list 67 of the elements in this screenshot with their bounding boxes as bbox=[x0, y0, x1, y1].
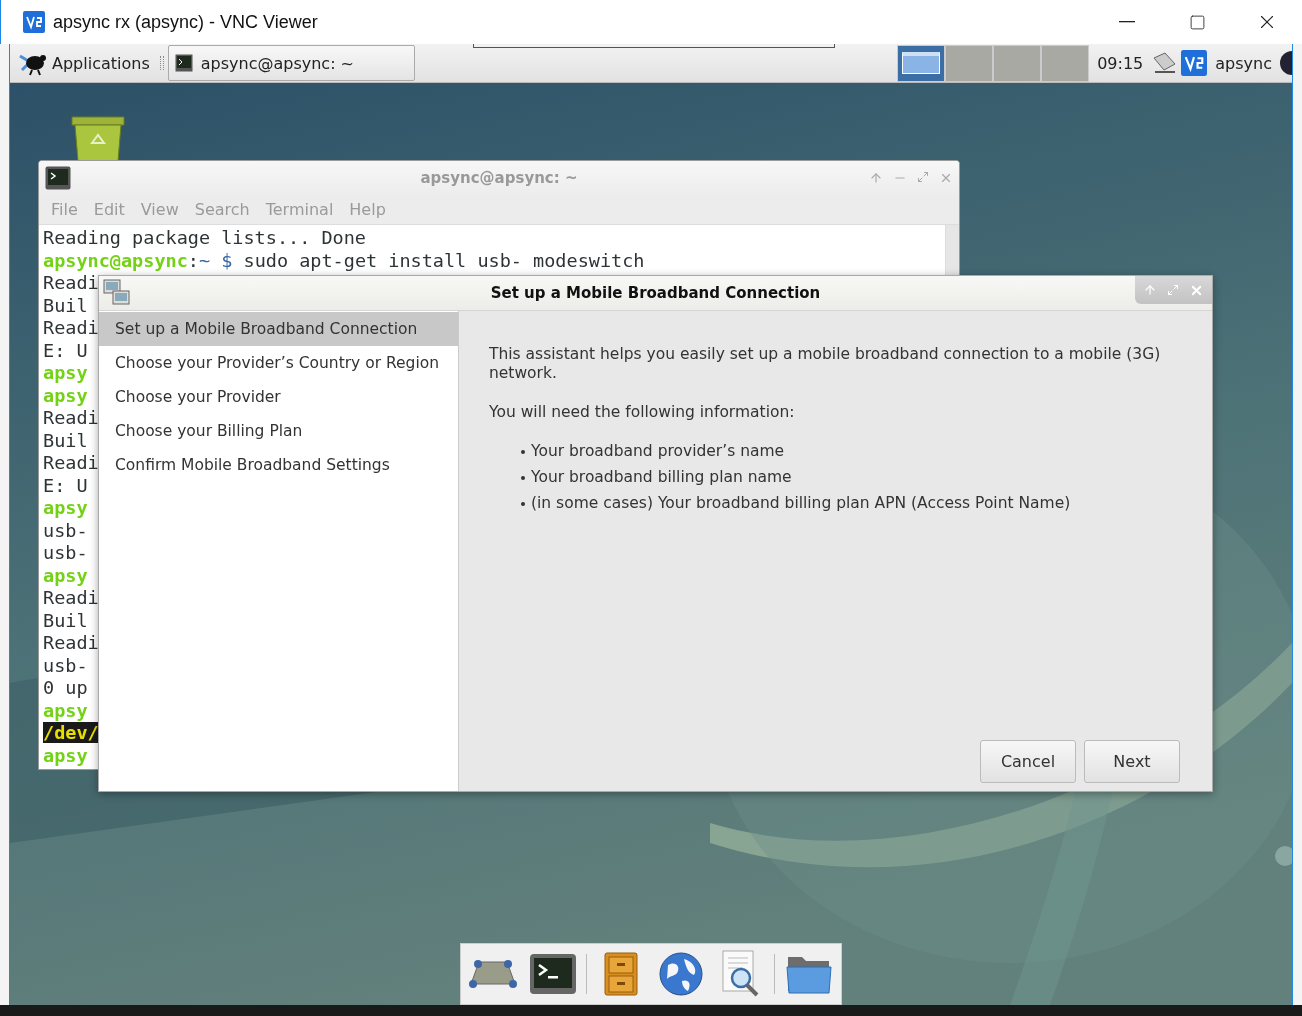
menu-item[interactable]: Search bbox=[188, 200, 256, 220]
cabinet-icon bbox=[603, 952, 640, 996]
menu-item[interactable]: Edit bbox=[87, 200, 131, 220]
terminal-line: apsy bbox=[43, 384, 88, 407]
step-item: Choose your Provider’s Country or Region bbox=[114, 353, 441, 374]
terminal-line: Readi bbox=[43, 587, 99, 610]
terminal-line: Readi bbox=[43, 317, 99, 340]
intro-text: This assistant helps you easily set up a mobile broadband connection to a mobile (3G) network. bbox=[489, 345, 1162, 383]
raise-button[interactable] bbox=[1143, 283, 1157, 297]
step-item: Set up a Mobile Broadband Connection bbox=[99, 312, 458, 346]
terminal-icon bbox=[45, 166, 71, 191]
terminal-line: E: U bbox=[43, 339, 88, 362]
panel-handle bbox=[159, 56, 164, 70]
terminal-line: apsy bbox=[43, 699, 88, 722]
terminal-line: apsy bbox=[43, 564, 88, 587]
step-item: Confirm Mobile Broadband Settings bbox=[114, 455, 391, 476]
terminal-line: usb- bbox=[43, 654, 88, 677]
globe-icon bbox=[657, 951, 704, 997]
terminal-line: Buil bbox=[43, 609, 88, 632]
terminal-line: apsy bbox=[43, 362, 88, 385]
info-label: You will need the following information: bbox=[489, 403, 796, 422]
terminal-line: apsy bbox=[43, 744, 88, 767]
terminal-line: Buil bbox=[43, 294, 88, 317]
terminal-line: 0 up bbox=[43, 677, 88, 700]
user-name: apsync bbox=[1215, 53, 1272, 73]
terminal-line: Buil bbox=[43, 429, 88, 452]
maximize-button[interactable] bbox=[917, 171, 929, 184]
terminal-line: E: U bbox=[43, 474, 88, 497]
terminal-title: apsync@apsync: ~ bbox=[419, 169, 579, 188]
taskbar-button[interactable]: apsync@apsync: ~ bbox=[167, 45, 415, 81]
maximize-button[interactable] bbox=[1167, 284, 1179, 296]
bullet-item: Your broadband billing plan name bbox=[521, 468, 1182, 487]
window-thumbnail bbox=[902, 52, 941, 74]
cancel-button[interactable]: Cancel bbox=[980, 740, 1076, 783]
menu-item[interactable]: Terminal bbox=[259, 200, 340, 220]
terminal-line: Readi bbox=[43, 407, 99, 430]
terminal-icon bbox=[528, 953, 577, 995]
terminal-line: Readi bbox=[43, 452, 99, 475]
minimize-icon bbox=[1119, 21, 1135, 23]
step-item: Choose your Provider bbox=[114, 387, 282, 408]
bullet-item: (in some cases) Your broadband billing plan APN (Access Point Name) bbox=[521, 494, 1182, 513]
terminal-line: Readi bbox=[43, 272, 99, 295]
raise-button[interactable] bbox=[869, 171, 883, 186]
terminal-icon bbox=[174, 54, 193, 72]
menu-item[interactable]: Help bbox=[343, 200, 392, 220]
maximize-icon bbox=[1188, 13, 1206, 31]
app-logo-icon bbox=[23, 11, 45, 33]
dialog-title: Set up a Mobile Broadband Connection bbox=[489, 284, 822, 302]
terminal-line: usb- bbox=[43, 542, 88, 565]
terminal-line: apsync@apsync:~ $ sudo apt-get install usb- modeswitch bbox=[43, 249, 645, 272]
menu-item[interactable]: File bbox=[45, 200, 84, 220]
vnc-logo-icon bbox=[1181, 50, 1208, 76]
network-computers-icon bbox=[103, 279, 131, 307]
terminal-line: Readi bbox=[43, 632, 99, 655]
applications-menu[interactable]: Applications bbox=[10, 45, 156, 81]
terminal-line: Reading package lists... Done bbox=[43, 227, 366, 250]
menu-item[interactable]: View bbox=[134, 200, 185, 220]
next-button[interactable]: Next bbox=[1084, 740, 1180, 783]
terminal-line: apsy bbox=[43, 497, 88, 520]
trash-icon bbox=[70, 115, 126, 161]
step-item: Choose your Billing Plan bbox=[114, 421, 304, 442]
drive-icon bbox=[468, 959, 517, 989]
workspace-button[interactable] bbox=[897, 44, 946, 82]
terminal-line: usb- bbox=[43, 519, 88, 542]
clock: 09:15 bbox=[1097, 53, 1144, 73]
bullet-item: Your broadband provider’s name bbox=[521, 442, 1182, 461]
window-title: apsync rx (apsync) - VNC Viewer bbox=[53, 11, 319, 33]
